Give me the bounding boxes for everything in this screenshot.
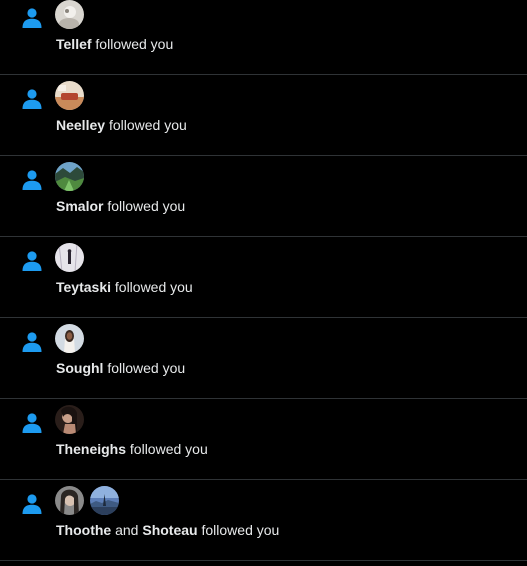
notification-item[interactable]: Thoothe and Shoteau followed you (0, 480, 527, 561)
action-text: followed you (114, 279, 193, 295)
avatar-group (55, 243, 84, 273)
avatar[interactable] (55, 486, 84, 515)
person-icon (20, 87, 44, 111)
action-text: followed you (201, 522, 280, 538)
avatar[interactable] (55, 324, 84, 353)
action-text: followed you (129, 441, 208, 457)
avatar[interactable] (55, 405, 84, 434)
action-text: followed you (107, 198, 186, 214)
notification-item[interactable]: Tellef followed you (0, 0, 527, 75)
notification-text: Theneighs followed you (56, 439, 208, 459)
notification-item[interactable]: Theneighs followed you (0, 399, 527, 480)
action-text: followed you (108, 117, 187, 133)
person-icon (20, 6, 44, 30)
notification-item[interactable]: Teytaski followed you (0, 237, 527, 318)
person-icon (20, 492, 44, 516)
action-text: followed you (95, 36, 174, 52)
avatar-group (55, 162, 84, 192)
avatar-group (55, 405, 84, 435)
notification-item[interactable]: Smalor followed you (0, 156, 527, 237)
user-name-link[interactable]: Teytaski (56, 279, 111, 295)
notification-text: Tellef followed you (56, 34, 173, 54)
notification-text: Teytaski followed you (56, 277, 193, 297)
notification-item[interactable]: Neelley followed you (0, 75, 527, 156)
user-name-link[interactable]: Tellef (56, 36, 92, 52)
notification-text: Thoothe and Shoteau followed you (56, 520, 279, 540)
avatar[interactable] (90, 486, 119, 515)
user-name-link[interactable]: Shoteau (142, 522, 197, 538)
avatar-group (55, 0, 84, 30)
avatar[interactable] (55, 81, 84, 110)
user-name-link[interactable]: Theneighs (56, 441, 126, 457)
avatar-group (55, 324, 84, 354)
avatar[interactable] (55, 0, 84, 29)
avatar[interactable] (55, 162, 84, 191)
user-name-link[interactable]: Thoothe (56, 522, 111, 538)
user-name-link[interactable]: Soughl (56, 360, 103, 376)
user-name-link[interactable]: Neelley (56, 117, 105, 133)
person-icon (20, 168, 44, 192)
person-icon (20, 411, 44, 435)
conjunction-text: and (115, 522, 139, 538)
avatar[interactable] (55, 243, 84, 272)
user-name-link[interactable]: Smalor (56, 198, 103, 214)
avatar-group (55, 486, 119, 516)
action-text: followed you (107, 360, 186, 376)
notification-text: Smalor followed you (56, 196, 185, 216)
notification-text: Neelley followed you (56, 115, 187, 135)
notification-text: Soughl followed you (56, 358, 185, 378)
notification-item[interactable]: Soughl followed you (0, 318, 527, 399)
person-icon (20, 330, 44, 354)
person-icon (20, 249, 44, 273)
notifications-feed: Tellef followed you Neelley followed you (0, 0, 527, 561)
avatar-group (55, 81, 84, 111)
